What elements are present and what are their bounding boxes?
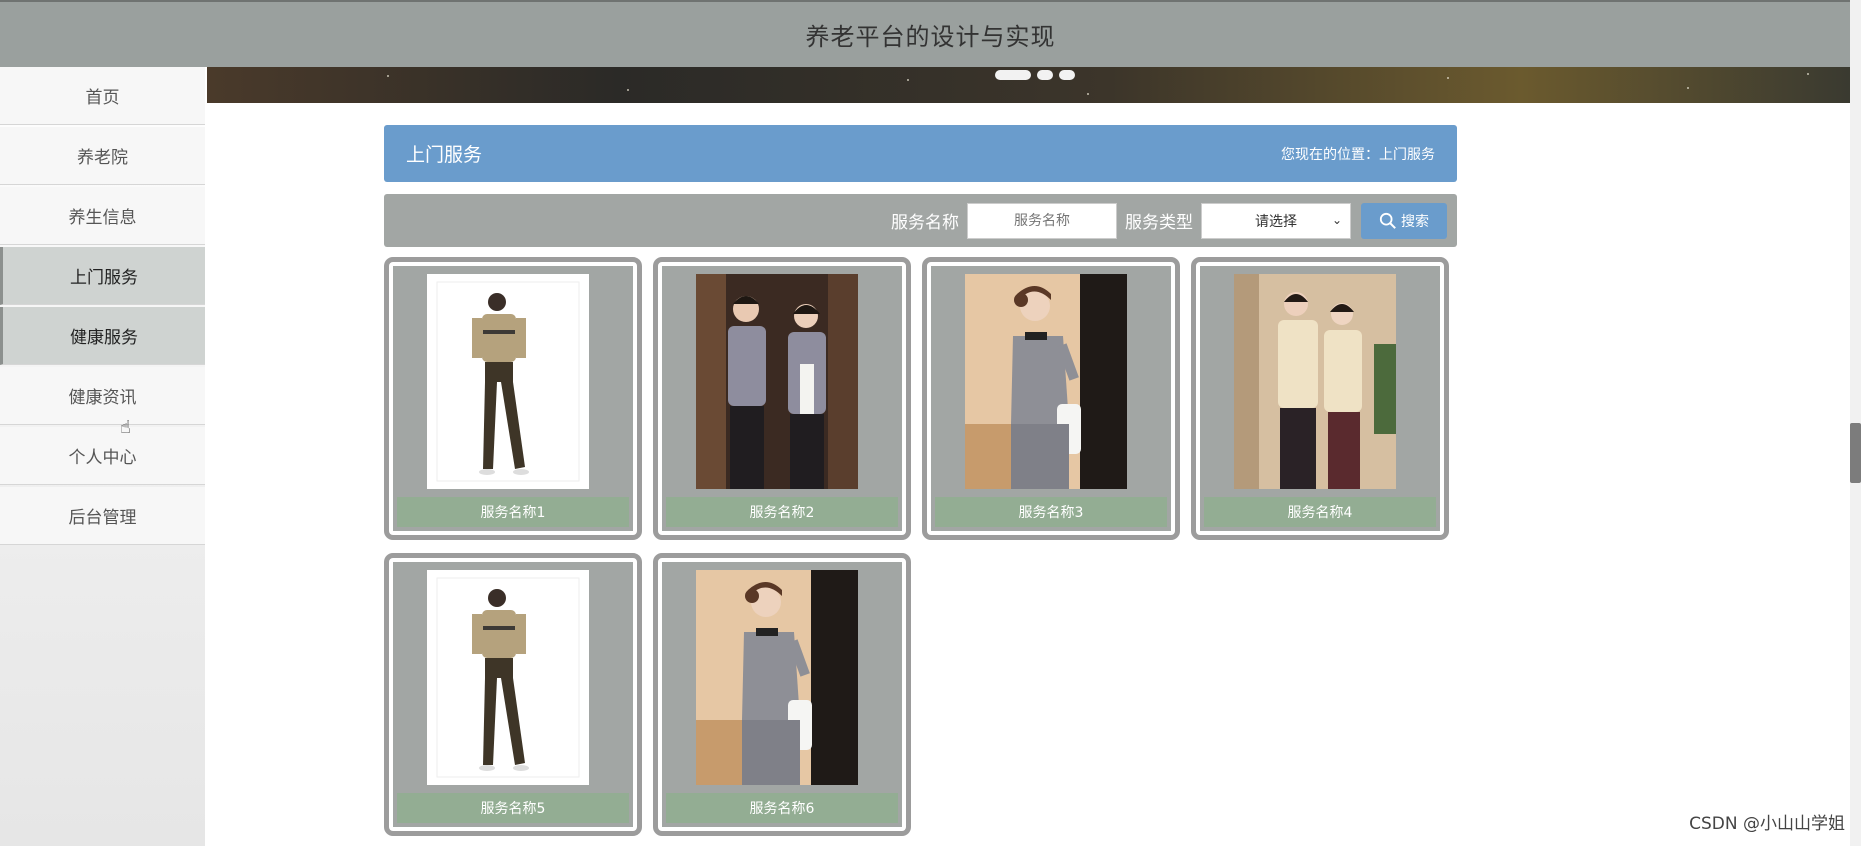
service-type-selected: 请选择	[1255, 213, 1297, 230]
service-name[interactable]: 服务名称5	[397, 793, 629, 823]
section-title: 上门服务	[406, 144, 483, 166]
scrollbar-thumb[interactable]	[1850, 423, 1861, 483]
chevron-down-icon: ⌄	[1331, 212, 1342, 227]
service-name-input[interactable]	[967, 202, 1117, 239]
service-name[interactable]: 服务名称6	[666, 793, 898, 823]
service-name[interactable]: 服务名称3	[935, 497, 1167, 527]
service-type-label: 服务类型	[1125, 213, 1193, 233]
service-type-select[interactable]: 请选择 ⌄	[1201, 202, 1351, 239]
service-card[interactable]: 服务名称6	[653, 553, 911, 836]
search-bar: 服务名称 服务类型 请选择 ⌄ 搜索	[384, 194, 1457, 247]
sidebar-item-label: 健康资讯	[68, 388, 137, 408]
service-image[interactable]	[965, 274, 1127, 489]
sidebar-item-personal-center[interactable]: 个人中心	[0, 427, 205, 485]
carousel-dot-3[interactable]	[1059, 70, 1075, 80]
service-image[interactable]	[1234, 274, 1396, 489]
sidebar-item-health-news[interactable]: 健康资讯	[0, 367, 205, 425]
page-scrollbar[interactable]	[1850, 0, 1861, 846]
service-name[interactable]: 服务名称2	[666, 497, 898, 527]
service-image[interactable]	[427, 274, 589, 489]
search-button-label: 搜索	[1401, 213, 1429, 230]
sidebar-item-home[interactable]: 首页	[0, 67, 205, 125]
sidebar-item-admin[interactable]: 后台管理	[0, 487, 205, 545]
watermark: CSDN @小山山学姐	[1689, 814, 1845, 834]
search-icon	[1379, 212, 1396, 229]
sidebar-item-wellness-info[interactable]: 养生信息	[0, 187, 205, 245]
service-grid: 服务名称1 服务名称2 服务名称3 服务名称4 服务名称5 服务名称6	[384, 257, 1457, 836]
service-card[interactable]: 服务名称4	[1191, 257, 1449, 540]
service-card[interactable]: 服务名称2	[653, 257, 911, 540]
breadcrumb: 您现在的位置：上门服务	[1281, 146, 1435, 163]
sidebar-item-label: 养老院	[77, 148, 128, 168]
carousel-dot-2[interactable]	[1037, 70, 1053, 80]
service-image[interactable]	[427, 570, 589, 785]
sidebar-nav: 首页 养老院 养生信息 上门服务 健康服务 健康资讯 个人中心 后台管理 ☝	[0, 67, 205, 846]
sidebar-item-label: 养生信息	[68, 208, 137, 228]
service-card[interactable]: 服务名称5	[384, 553, 642, 836]
service-name-label: 服务名称	[891, 213, 959, 233]
service-name[interactable]: 服务名称1	[397, 497, 629, 527]
pointer-cursor-icon: ☝	[120, 417, 131, 438]
service-image[interactable]	[696, 274, 858, 489]
service-image[interactable]	[696, 570, 858, 785]
top-header: 养老平台的设计与实现	[0, 0, 1861, 67]
sidebar-item-label: 后台管理	[68, 508, 137, 528]
main-content: 上门服务 您现在的位置：上门服务 服务名称 服务类型 请选择 ⌄ 搜索	[384, 125, 1457, 836]
service-name[interactable]: 服务名称4	[1204, 497, 1436, 527]
section-header: 上门服务 您现在的位置：上门服务	[384, 125, 1457, 182]
sidebar-item-nursing-home[interactable]: 养老院	[0, 127, 205, 185]
site-title: 养老平台的设计与实现	[805, 23, 1056, 51]
carousel-dot-1[interactable]	[995, 70, 1031, 80]
sidebar-item-label: 健康服务	[70, 328, 138, 348]
service-card[interactable]: 服务名称3	[922, 257, 1180, 540]
sidebar-item-label: 个人中心	[68, 448, 137, 468]
sidebar-item-health-service[interactable]: 健康服务	[0, 307, 205, 365]
carousel-dots	[995, 70, 1075, 80]
search-button[interactable]: 搜索	[1361, 202, 1447, 239]
sidebar-item-label: 首页	[85, 88, 120, 108]
service-card[interactable]: 服务名称1	[384, 257, 642, 540]
sidebar-item-label: 上门服务	[70, 268, 138, 288]
sidebar-item-home-service[interactable]: 上门服务	[0, 247, 205, 305]
